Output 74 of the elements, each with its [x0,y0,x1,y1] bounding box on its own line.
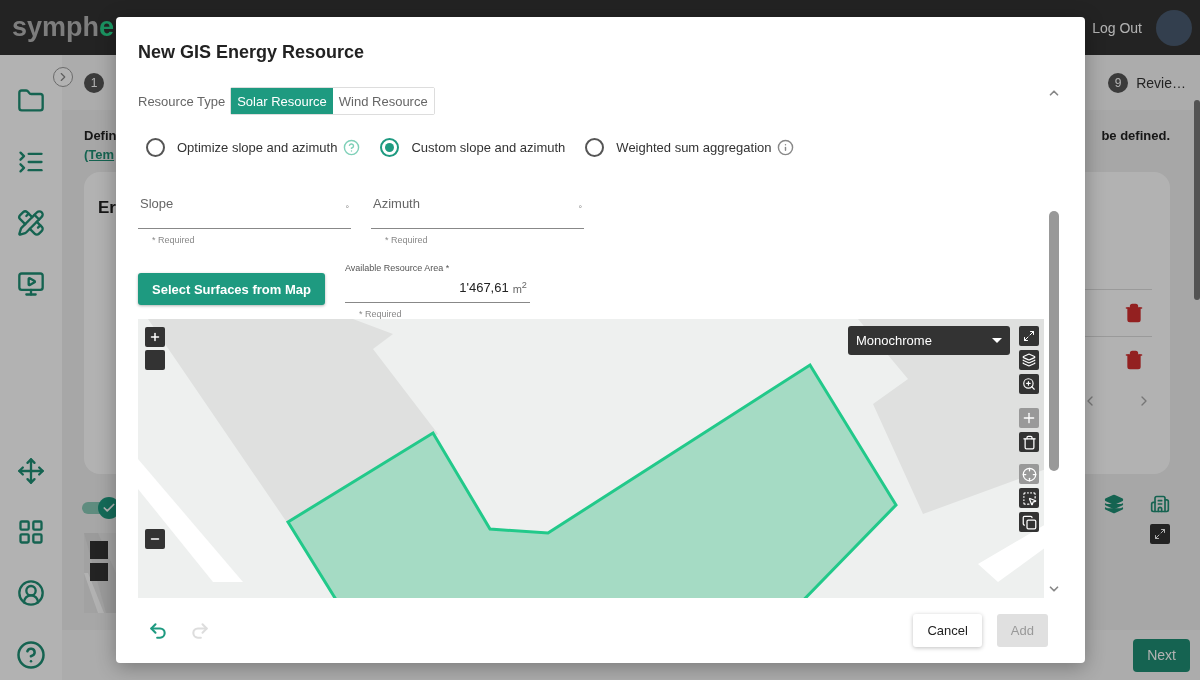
helper-text: * Required [384,234,429,245]
resource-type-label: Resource Type [138,93,226,109]
radio-label[interactable]: Custom slope and azimuth [411,140,566,155]
input-field[interactable]: Slope ° [138,191,351,229]
resource-type-tab[interactable]: Solar Resource [231,88,333,114]
basemap-value: Monochrome [856,333,932,348]
input-field[interactable]: 1'467,61 m$^{2}$ [344,273,530,303]
step-label[interactable]: Revie… [1136,74,1186,91]
undo-button[interactable] [148,620,168,641]
caret-icon [992,338,1002,343]
delete-icon[interactable] [1124,303,1144,323]
expand-icon [1023,330,1035,342]
user-icon[interactable] [17,579,45,607]
intro-text: Defin [84,128,117,143]
grid-icon[interactable] [17,518,45,546]
radio-button[interactable] [146,138,165,157]
unit-label: ° [345,204,349,214]
page-scrollbar[interactable] [1194,100,1200,300]
pencil-ruler-icon[interactable] [17,209,45,237]
input-field[interactable]: Azimuth ° [371,191,584,229]
zoom-out-button[interactable] [145,529,165,549]
field-label: Available Resource Area * [344,263,451,273]
radio-label[interactable]: Optimize slope and azimuth [177,140,338,155]
layers-button[interactable] [1019,350,1039,370]
dashed-square-icon [1021,490,1037,506]
radio-button[interactable] [380,138,400,157]
screen-play-icon[interactable] [17,270,45,298]
helper-text: * Required [151,234,196,245]
redo-icon [190,620,210,641]
dialog-title: New GIS Energy Resource [137,41,366,64]
helper-text: * Required [357,308,403,319]
next-button[interactable]: Next [1133,638,1190,672]
plus-icon [1021,410,1037,426]
copy-icon [1021,514,1037,530]
expand-button[interactable] [1150,524,1170,544]
undo-icon [148,620,168,641]
zoom-button[interactable] [1019,374,1039,394]
plus-icon [149,331,161,343]
step-number: 1 [84,72,104,93]
radio-button[interactable] [585,138,605,157]
select-surfaces-button[interactable]: Select Surfaces from Map [138,273,325,305]
logout-link[interactable]: Log Out [1092,19,1142,36]
layers-icon [1022,353,1036,367]
target-icon [1021,466,1037,482]
fullscreen-button[interactable] [1019,326,1039,346]
card-title: Er [98,198,116,219]
help-icon [343,139,361,156]
help-icon[interactable] [16,640,46,670]
logo-text: symph [12,12,100,43]
building-icon[interactable] [1150,494,1170,514]
radio-label[interactable]: Weighted sum aggregation [616,140,772,155]
info-icon [777,139,795,156]
map-tool-button[interactable] [1019,432,1039,452]
intro-text: be defined. [1101,128,1170,145]
field-label: Azimuth [373,196,420,211]
field-value: 1'467,61 [459,280,509,295]
zoom-in-button[interactable] [145,327,165,347]
folder-icon[interactable] [17,87,45,115]
map-tool-button[interactable] [1019,512,1039,532]
layers-icon[interactable] [1104,494,1124,514]
trash-icon [1021,434,1037,450]
delete-icon[interactable] [1124,350,1144,370]
basemap-dropdown[interactable]: Monochrome [848,326,1010,355]
logo-text: e [99,12,115,43]
move-arrows-icon[interactable] [17,457,45,485]
zoom-in-icon [1022,377,1036,391]
map-tool-button[interactable] [1019,488,1039,508]
unit-label: ° [578,204,582,214]
dialog-button[interactable]: Cancel [913,614,982,647]
expand-icon [1154,528,1166,540]
unit-label: m$^{2}$ [512,280,527,295]
field-label: Slope [140,196,174,211]
list-icon[interactable] [17,148,45,176]
step-number: 9 [1108,72,1129,93]
